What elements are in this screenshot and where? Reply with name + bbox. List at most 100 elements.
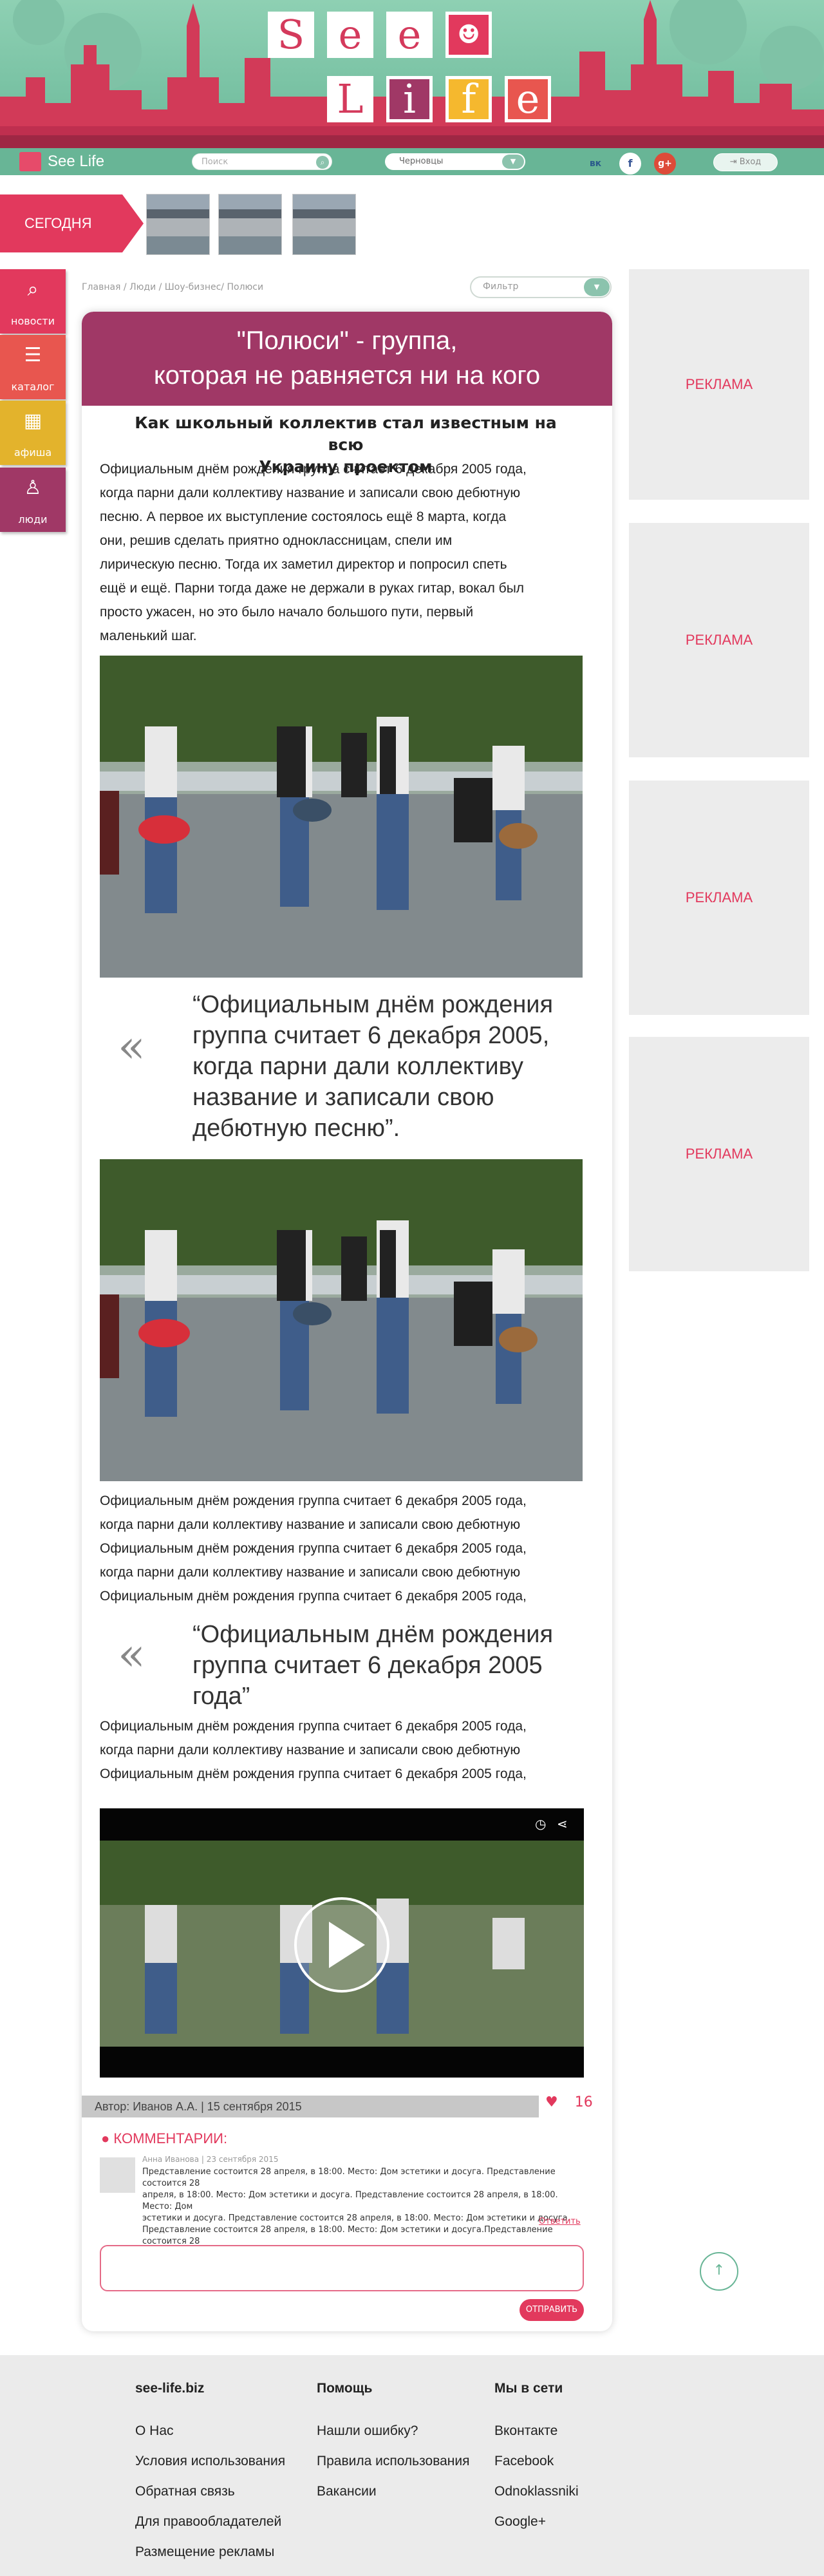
brand-link[interactable]: See Life (19, 152, 104, 171)
ad-banner[interactable]: РЕКЛАМА (629, 1037, 809, 1271)
footer-link[interactable]: Размещение рекламы (135, 2537, 285, 2567)
sidebar-item-afisha[interactable]: ▦ афиша (0, 401, 66, 465)
send-button[interactable]: ОТПРАВИТЬ (520, 2299, 584, 2321)
logo-smiley-icon: ☻ (445, 12, 492, 58)
sidebar-item-label: афиша (14, 446, 52, 459)
search-icon: ⌕ (27, 278, 39, 301)
smiley-logo-icon (19, 152, 41, 171)
breadcrumb[interactable]: Главная / Люди / Шоу-бизнес/ Полюси (82, 282, 263, 292)
google-plus-icon[interactable]: g+ (654, 153, 676, 175)
footer-link[interactable]: Odnoklassniki (494, 2476, 579, 2506)
today-label[interactable]: СЕГОДНЯ (0, 194, 144, 252)
footer-column-site: see-life.biz О Нас Условия использования… (135, 2381, 285, 2567)
footer-link[interactable]: Вакансии (317, 2476, 470, 2506)
comment-input[interactable] (100, 2245, 584, 2291)
sidebar-item-label: новости (11, 315, 55, 327)
today-thumbnail[interactable] (292, 194, 356, 255)
person-icon: ♙ (24, 477, 42, 499)
scroll-to-top-button[interactable]: ↑ (700, 2252, 738, 2291)
like-button[interactable]: ♥ 16 (545, 2094, 593, 2110)
logo-letter: S (268, 12, 314, 58)
today-thumbnail[interactable] (146, 194, 210, 255)
search-icon[interactable]: ⌕ (316, 156, 329, 169)
like-count: 16 (574, 2094, 593, 2110)
article-author-date: Автор: Иванов А.А. | 15 сентября 2015 (82, 2096, 539, 2117)
footer-link[interactable]: Вконтакте (494, 2416, 579, 2446)
band-photo-illustration (100, 1159, 583, 1417)
logo-letter: e (327, 12, 373, 58)
comments-title: КОММЕНТАРИИ: (113, 2130, 228, 2146)
arrow-up-icon: ↑ (713, 2262, 726, 2278)
ad-label: РЕКЛАМА (685, 1146, 753, 1162)
logo-letter: e (505, 76, 551, 122)
play-icon[interactable] (295, 1899, 388, 1991)
comment-bubble-icon: ● (101, 2130, 114, 2146)
footer-column-social: Мы в сети Вконтакте Facebook Odnoklassni… (494, 2381, 579, 2537)
footer-link[interactable]: Обратная связь (135, 2476, 285, 2506)
article-card: "Полюси" - группа, которая не равняется … (82, 312, 612, 2331)
top-navigation-bar: See Life Поиск ⌕ Черновцы ▼ вк f g+ ⇥ Вход (0, 148, 824, 175)
footer-link[interactable]: Нашли ошибку? (317, 2416, 470, 2446)
comment-text: Представление состоится 28 апреля, в 18:… (142, 2167, 570, 2246)
footer-heading: Мы в сети (494, 2381, 563, 2396)
footer-heading: see-life.biz (135, 2381, 205, 2396)
search-placeholder: Поиск (201, 157, 229, 167)
footer: see-life.biz О Нас Условия использования… (0, 2355, 824, 2576)
quote-marks-icon: « (118, 1628, 145, 1681)
list-icon: ☰ (24, 344, 42, 366)
calendar-icon: ▦ (23, 410, 42, 432)
share-icon[interactable]: ⋖ (557, 1816, 568, 1832)
ad-banner[interactable]: РЕКЛАМА (629, 269, 809, 500)
sidebar-item-catalog[interactable]: ☰ каталог (0, 335, 66, 399)
search-input[interactable]: Поиск ⌕ (192, 153, 332, 170)
today-text: СЕГОДНЯ (24, 215, 92, 231)
filter-select[interactable]: Фильтр ▼ (470, 276, 612, 298)
login-button[interactable]: ⇥ Вход (713, 153, 778, 171)
chevron-down-icon[interactable]: ▼ (584, 278, 610, 296)
pull-quote: “Официальным днём рождения группа считае… (192, 991, 554, 1142)
sidebar-item-label: каталог (11, 381, 55, 393)
avatar (100, 2157, 135, 2193)
logo-letter: L (327, 76, 373, 122)
ad-banner[interactable]: РЕКЛАМА (629, 523, 809, 757)
ad-label: РЕКЛАМА (685, 632, 753, 648)
footer-column-help: Помощь Нашли ошибку? Правила использован… (317, 2381, 470, 2506)
reply-link[interactable]: Ответить (539, 2217, 581, 2226)
article-photo[interactable] (100, 1159, 583, 1481)
comments-heading: ● КОММЕНТАРИИ: (101, 2130, 227, 2147)
ad-banner[interactable]: РЕКЛАМА (629, 781, 809, 1015)
footer-link[interactable]: Facebook (494, 2446, 579, 2476)
clock-icon[interactable]: ◷ (535, 1816, 546, 1832)
today-thumbnail[interactable] (218, 194, 282, 255)
article-title-band: "Полюси" - группа, которая не равняется … (82, 312, 612, 406)
sidebar-item-news[interactable]: ⌕ новости (0, 269, 66, 334)
city-value: Черновцы (399, 156, 444, 166)
footer-link[interactable]: Условия использования (135, 2446, 285, 2476)
logo-letter: i (386, 76, 433, 122)
article-paragraph: Официальным днём рождения группа считает… (100, 1719, 527, 1781)
filter-placeholder: Фильтр (483, 281, 519, 292)
chevron-down-icon[interactable]: ▼ (502, 155, 524, 169)
footer-link[interactable]: Для правообладателей (135, 2506, 285, 2537)
band-photo-illustration (100, 656, 583, 913)
footer-heading: Помощь (317, 2381, 373, 2396)
city-select[interactable]: Черновцы ▼ (385, 153, 525, 170)
login-icon: ⇥ (729, 157, 740, 167)
footer-link[interactable]: Google+ (494, 2506, 579, 2537)
article-photo[interactable] (100, 656, 583, 978)
article-title: "Полюси" - группа, которая не равняется … (153, 327, 541, 390)
article-paragraph: Официальным днём рождения группа считает… (100, 1493, 527, 1604)
logo-letter: e (386, 12, 433, 58)
ad-label: РЕКЛАМА (685, 376, 753, 392)
facebook-icon[interactable]: f (619, 153, 641, 175)
logo-letter: f (445, 76, 492, 122)
ad-label: РЕКЛАМА (685, 889, 753, 905)
pull-quote: “Официальным днём рождения группа считае… (192, 1621, 554, 1710)
footer-link[interactable]: О Нас (135, 2416, 285, 2446)
footer-link[interactable]: Правила использования (317, 2446, 470, 2476)
sidebar-item-label: люди (18, 513, 48, 526)
video-player[interactable]: ◷ ⋖ (100, 1808, 584, 2078)
vk-icon[interactable]: вк (585, 153, 606, 175)
sidebar-item-people[interactable]: ♙ люди (0, 468, 66, 532)
brand-name: See Life (48, 153, 105, 170)
